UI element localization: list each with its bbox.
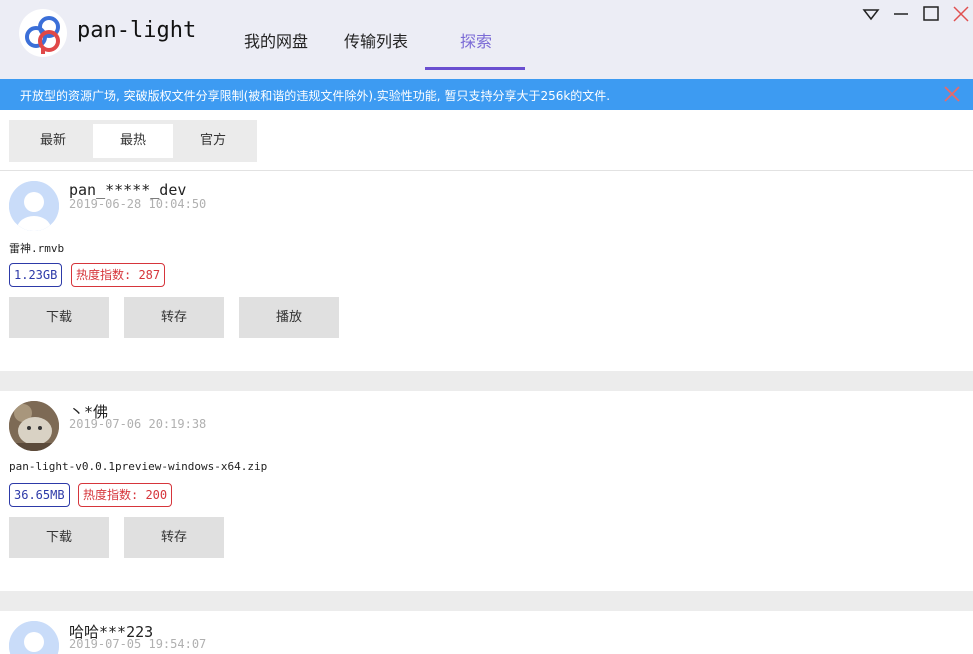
filter-tab-latest[interactable]: 最新 bbox=[13, 124, 93, 158]
minimize-icon[interactable] bbox=[892, 5, 910, 23]
heat-index-badge: 热度指数: 287 bbox=[71, 263, 166, 287]
play-button[interactable]: 播放 bbox=[239, 297, 339, 338]
tab-transfer-list[interactable]: 传输列表 bbox=[344, 28, 408, 52]
active-tab-indicator bbox=[425, 67, 525, 70]
avatar[interactable] bbox=[9, 401, 59, 451]
save-to-disk-button[interactable]: 转存 bbox=[124, 517, 224, 558]
download-button[interactable]: 下载 bbox=[9, 297, 109, 338]
notice-close-icon[interactable] bbox=[943, 85, 961, 103]
timestamp: 2019-07-05 19:54:07 bbox=[69, 637, 207, 651]
share-item: 丶*佛 2019-07-06 20:19:38 pan-light-v0.0.1… bbox=[0, 391, 973, 591]
share-item: pan_*****_dev 2019-06-28 10:04:50 雷神.rmv… bbox=[0, 171, 973, 371]
download-button[interactable]: 下载 bbox=[9, 517, 109, 558]
avatar[interactable] bbox=[9, 181, 59, 231]
filter-tab-group: 最新 最热 官方 bbox=[9, 120, 257, 162]
share-item: 哈哈***223 2019-07-05 19:54:07 bbox=[0, 611, 973, 654]
timestamp: 2019-06-28 10:04:50 bbox=[69, 197, 207, 211]
app-title: pan-light bbox=[77, 18, 197, 43]
tab-my-disk[interactable]: 我的网盘 bbox=[244, 28, 308, 52]
file-name: 雷神.rmvb bbox=[9, 242, 65, 255]
file-name: pan-light-v0.0.1preview-windows-x64.zip bbox=[9, 460, 268, 473]
item-separator bbox=[0, 591, 973, 611]
file-size-badge: 1.23GB bbox=[9, 263, 63, 287]
maximize-icon[interactable] bbox=[922, 5, 940, 23]
title-bar: pan-light 我的网盘 传输列表 探索 bbox=[0, 0, 973, 79]
notice-text: 开放型的资源广场, 突破版权文件分享限制(被和谐的违规文件除外).实验性功能, … bbox=[20, 89, 611, 103]
file-size-badge: 36.65MB bbox=[9, 483, 70, 507]
avatar[interactable] bbox=[9, 621, 59, 654]
timestamp: 2019-07-06 20:19:38 bbox=[69, 417, 207, 431]
filter-tab-hottest[interactable]: 最热 bbox=[93, 124, 173, 158]
notice-bar: 开放型的资源广场, 突破版权文件分享限制(被和谐的违规文件除外).实验性功能, … bbox=[0, 79, 973, 110]
app-logo bbox=[19, 9, 67, 57]
filter-tab-official[interactable]: 官方 bbox=[173, 124, 253, 158]
dropdown-icon[interactable] bbox=[862, 5, 880, 23]
tab-explore[interactable]: 探索 bbox=[460, 28, 492, 52]
save-to-disk-button[interactable]: 转存 bbox=[124, 297, 224, 338]
heat-index-badge: 热度指数: 200 bbox=[78, 483, 173, 507]
close-icon[interactable] bbox=[952, 5, 970, 23]
item-separator bbox=[0, 371, 973, 391]
